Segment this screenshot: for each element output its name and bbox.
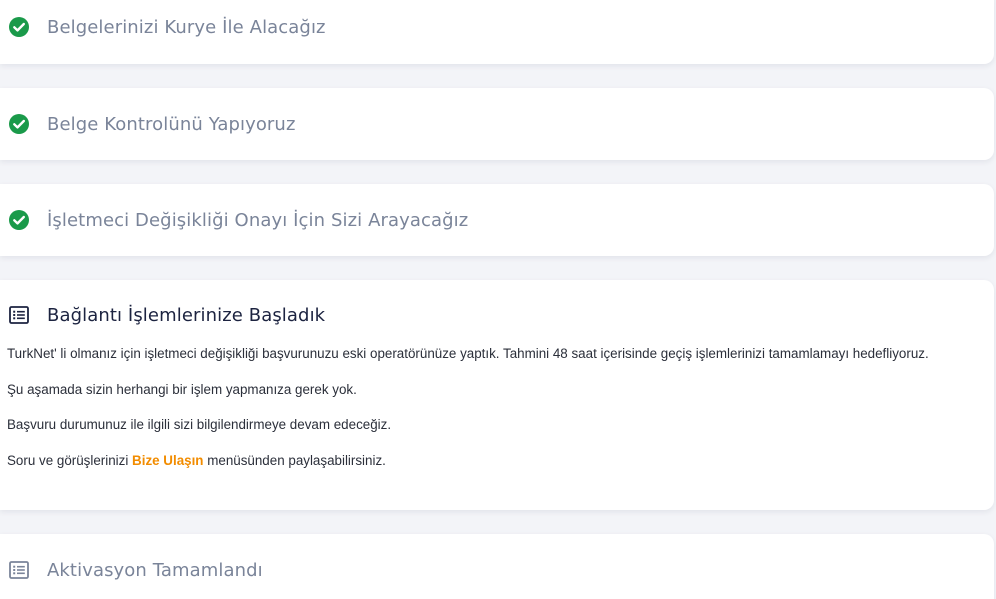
- list-icon: [8, 559, 30, 581]
- step-title: Belgelerinizi Kurye İle Alacağız: [47, 16, 326, 38]
- step-paragraph: Başvuru durumunuz ile ilgili sizi bilgil…: [7, 417, 392, 433]
- step-card-courier[interactable]: Belgelerinizi Kurye İle Alacağız: [0, 0, 994, 64]
- step-paragraph: TurkNet' li olmanız için işletmeci değiş…: [7, 346, 929, 361]
- step-header: Belgelerinizi Kurye İle Alacağız: [8, 0, 326, 64]
- step-card-operator-call[interactable]: İşletmeci Değişikliği Onayı İçin Sizi Ar…: [0, 184, 994, 256]
- step-description: TurkNet' li olmanız için işletmeci değiş…: [7, 345, 978, 487]
- contact-us-link[interactable]: Bize Ulaşın: [132, 453, 203, 468]
- step-header: Belge Kontrolünü Yapıyoruz: [8, 88, 296, 160]
- step-card-document-check[interactable]: Belge Kontrolünü Yapıyoruz: [0, 88, 994, 160]
- step-title: Belge Kontrolünü Yapıyoruz: [47, 113, 296, 135]
- check-circle-icon: [8, 209, 30, 231]
- step-header: Bağlantı İşlemlerinize Başladık: [8, 301, 325, 329]
- application-steps: Belgelerinizi Kurye İle Alacağız Belge K…: [0, 0, 996, 599]
- step-title: Aktivasyon Tamamlandı: [47, 559, 263, 581]
- step-header: Aktivasyon Tamamlandı: [8, 556, 263, 584]
- contact-suffix: menüsünden paylaşabilirsiniz.: [203, 452, 386, 468]
- check-circle-icon: [8, 16, 30, 38]
- step-paragraph: Şu aşamada sizin herhangi bir işlem yapm…: [7, 381, 357, 397]
- step-title: İşletmeci Değişikliği Onayı İçin Sizi Ar…: [47, 209, 469, 231]
- contact-prefix: Soru ve görüşlerinizi: [7, 452, 133, 468]
- step-card-connection[interactable]: Bağlantı İşlemlerinize Başladık TurkNet'…: [0, 280, 994, 510]
- step-header: İşletmeci Değişikliği Onayı İçin Sizi Ar…: [8, 184, 468, 256]
- contact-paragraph: Soru ve görüşlerinizi Bize Ulaşın menüsü…: [7, 452, 978, 469]
- step-title: Bağlantı İşlemlerinize Başladık: [47, 304, 326, 326]
- list-icon: [8, 304, 30, 326]
- check-circle-icon: [8, 113, 30, 135]
- step-card-activation[interactable]: Aktivasyon Tamamlandı: [0, 534, 994, 599]
